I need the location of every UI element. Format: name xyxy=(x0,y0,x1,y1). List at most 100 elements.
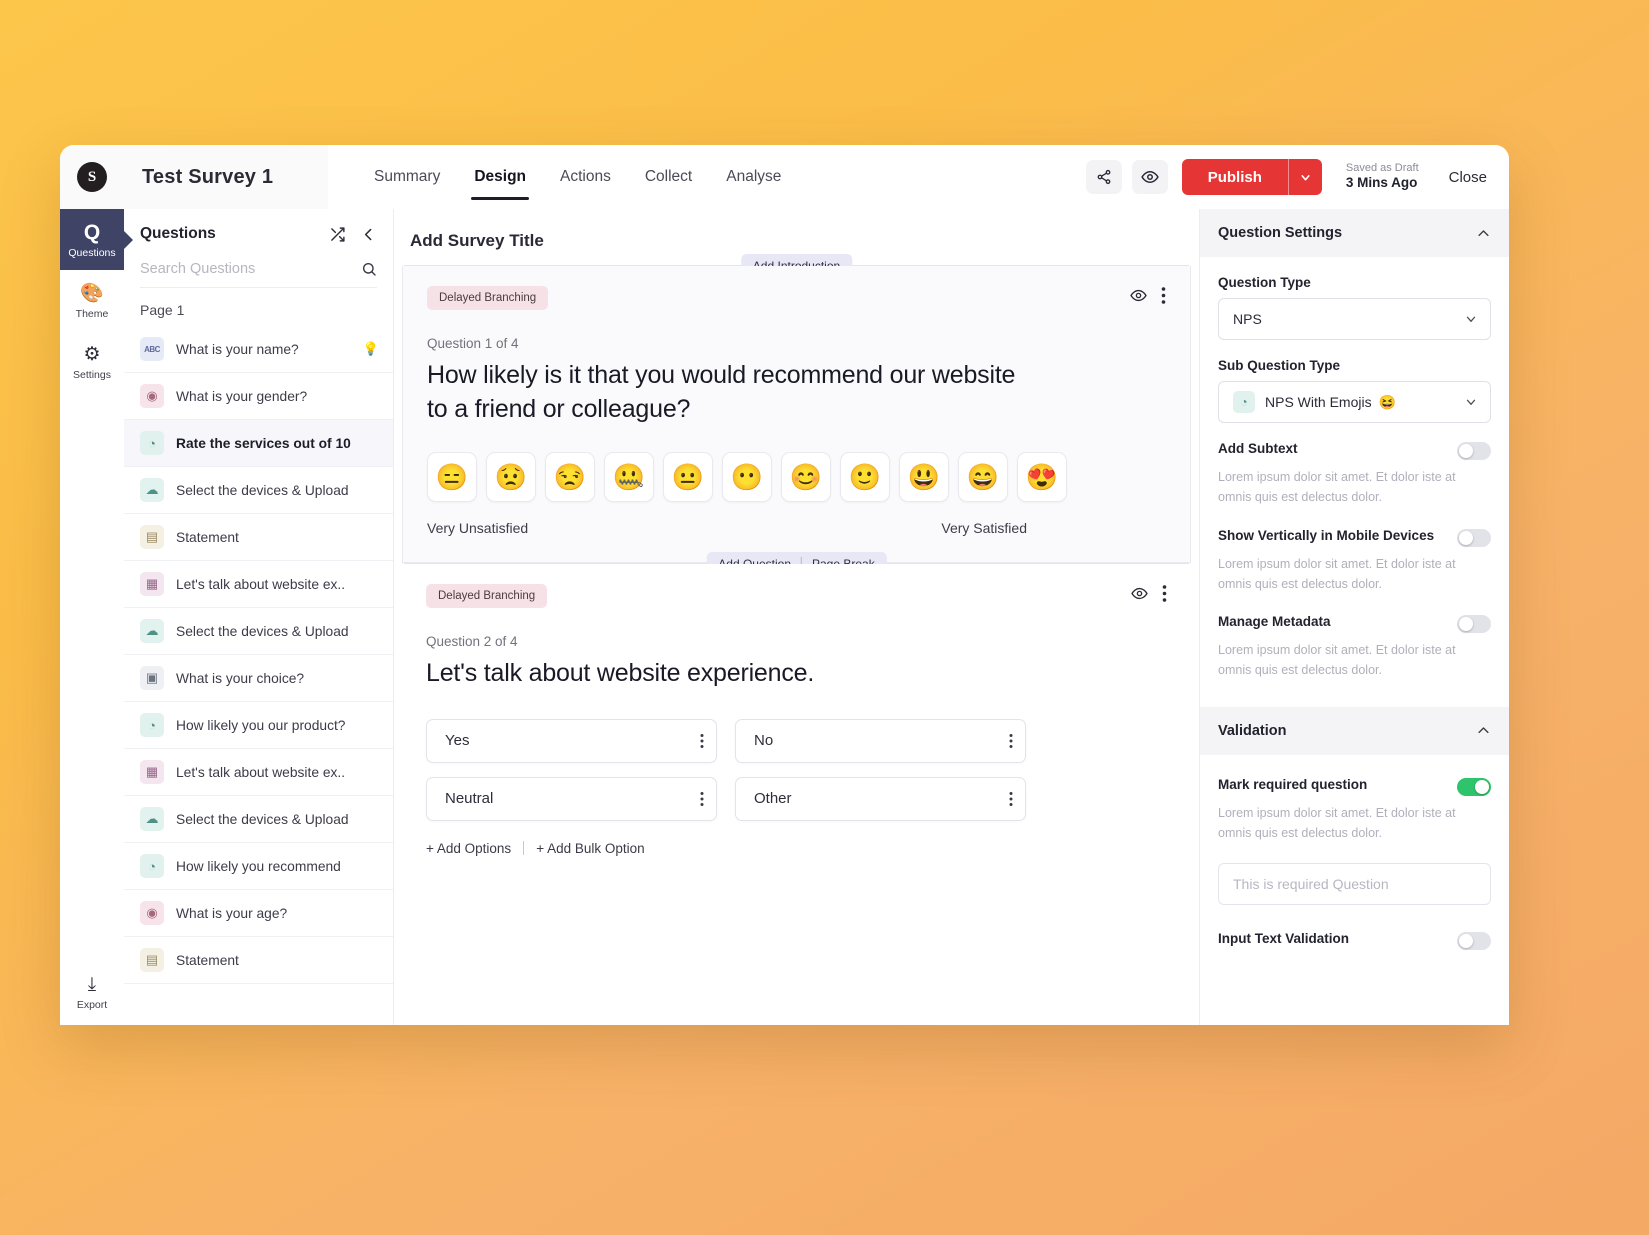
validation-collapse-button[interactable] xyxy=(1476,723,1491,738)
nps-emoji-option[interactable]: 😃 xyxy=(899,452,949,502)
sidebar-item-settings[interactable]: ⚙ Settings xyxy=(60,331,124,392)
add-bulk-option-button[interactable]: + Add Bulk Option xyxy=(536,841,644,856)
nps-emoji-option[interactable]: 😒 xyxy=(545,452,595,502)
question-heading[interactable]: How likely is it that you would recommen… xyxy=(427,359,1027,426)
tab-actions[interactable]: Actions xyxy=(560,145,611,209)
kebab-menu-icon xyxy=(1009,733,1013,748)
input-text-validation-row: Input Text Validation xyxy=(1218,931,1491,950)
answer-option[interactable]: Neutral xyxy=(426,776,717,821)
answer-option[interactable]: No xyxy=(735,718,1026,763)
add-subtext-toggle[interactable] xyxy=(1457,442,1491,460)
matrix-grid-icon: ▦ xyxy=(140,760,164,784)
search-icon[interactable] xyxy=(361,261,377,277)
answer-option[interactable]: Other xyxy=(735,776,1026,821)
list-item[interactable]: ◉ What is your gender? xyxy=(124,373,393,420)
question-menu-button[interactable] xyxy=(1162,584,1167,603)
tab-analyse[interactable]: Analyse xyxy=(726,145,781,209)
question-heading[interactable]: Let's talk about website experience. xyxy=(426,657,1026,691)
nps-emoji-option[interactable]: 🙂 xyxy=(840,452,890,502)
list-item[interactable]: ◔ How likely you recommend xyxy=(124,843,393,890)
option-menu-button[interactable] xyxy=(700,791,704,807)
input-text-validation-label: Input Text Validation xyxy=(1218,931,1350,946)
list-item-label: Select the devices & Upload xyxy=(176,623,349,639)
tab-summary[interactable]: Summary xyxy=(374,145,440,209)
manage-metadata-toggle[interactable] xyxy=(1457,615,1491,633)
gear-icon: ⚙ xyxy=(83,344,101,365)
list-item[interactable]: ▤ Statement xyxy=(124,514,393,561)
option-menu-button[interactable] xyxy=(1009,733,1013,749)
question-card-2-tools xyxy=(1131,584,1167,603)
nps-emoji-option[interactable]: 😊 xyxy=(781,452,831,502)
list-item[interactable]: ◔ Rate the services out of 10 xyxy=(124,420,393,467)
mark-required-toggle[interactable] xyxy=(1457,777,1491,796)
palette-icon: 🎨 xyxy=(80,283,104,304)
list-item[interactable]: ◔ How likely you our product? xyxy=(124,702,393,749)
radio-button-icon: ◉ xyxy=(140,901,164,925)
list-item[interactable]: ABC What is your name? 💡 xyxy=(124,326,393,373)
tab-design[interactable]: Design xyxy=(471,145,529,209)
nps-emoji-option[interactable]: 😟 xyxy=(486,452,536,502)
scale-label-right: Very Satisfied xyxy=(941,520,1027,536)
share-button[interactable] xyxy=(1085,160,1122,194)
list-item[interactable]: ☁ Select the devices & Upload xyxy=(124,467,393,514)
nps-emoji-option[interactable]: 😄 xyxy=(958,452,1008,502)
list-item[interactable]: ▤ Statement xyxy=(124,937,393,984)
question-settings-collapse-button[interactable] xyxy=(1476,226,1491,241)
chevron-down-icon xyxy=(1301,174,1310,180)
cloud-upload-icon: ☁ xyxy=(140,619,164,643)
choice-grid-icon: ▣ xyxy=(140,666,164,690)
tab-collect[interactable]: Collect xyxy=(645,145,692,209)
kebab-menu-icon xyxy=(700,791,704,806)
question-preview-button[interactable] xyxy=(1131,585,1148,602)
list-item[interactable]: ▦ Let's talk about website ex.. xyxy=(124,749,393,796)
nps-emoji-option[interactable]: 😐 xyxy=(663,452,713,502)
publish-dropdown-button[interactable] xyxy=(1287,159,1322,195)
logo-cell[interactable]: S xyxy=(60,145,124,209)
nps-emoji-option[interactable]: 😑 xyxy=(427,452,477,502)
statement-icon: ▤ xyxy=(140,948,164,972)
input-text-validation-toggle[interactable] xyxy=(1457,932,1491,950)
question-card-1: Delayed Branching Question 1 of 4 How li… xyxy=(402,266,1191,563)
scale-label-left: Very Unsatisfied xyxy=(427,520,529,536)
nps-emoji-option[interactable]: 🤐 xyxy=(604,452,654,502)
radio-button-icon: ◉ xyxy=(140,384,164,408)
list-item-label: How likely you recommend xyxy=(176,858,341,874)
question-menu-button[interactable] xyxy=(1161,286,1166,305)
list-item[interactable]: ▣ What is your choice? xyxy=(124,655,393,702)
search-input[interactable] xyxy=(140,261,361,277)
option-menu-button[interactable] xyxy=(700,733,704,749)
validation-body: Mark required question Lorem ipsum dolor… xyxy=(1200,755,1509,957)
sidebar-item-questions[interactable]: Q Questions xyxy=(60,209,124,270)
sub-question-type-label: Sub Question Type xyxy=(1218,358,1341,373)
sub-question-type-select[interactable]: ◔ NPS With Emojis 😆 xyxy=(1218,381,1491,423)
list-item-label: Let's talk about website ex.. xyxy=(176,764,346,780)
collapse-panel-button[interactable] xyxy=(360,226,377,243)
eye-icon xyxy=(1131,587,1148,600)
required-message-input[interactable] xyxy=(1218,863,1491,905)
list-item[interactable]: ▦ Let's talk about website ex.. xyxy=(124,561,393,608)
list-item[interactable]: ☁ Select the devices & Upload xyxy=(124,608,393,655)
question-list: ABC What is your name? 💡 ◉ What is your … xyxy=(124,326,393,1025)
publish-button[interactable]: Publish xyxy=(1181,159,1288,195)
question-type-select[interactable]: NPS xyxy=(1218,298,1491,340)
option-menu-button[interactable] xyxy=(1009,791,1013,807)
sidebar-item-export[interactable]: ⤓ Export xyxy=(60,961,124,1025)
question-settings-header: Question Settings xyxy=(1200,209,1509,257)
question-preview-button[interactable] xyxy=(1130,287,1147,304)
preview-button[interactable] xyxy=(1131,160,1168,194)
question-card-1-header: Delayed Branching xyxy=(427,286,1166,310)
answer-option[interactable]: Yes xyxy=(426,718,717,763)
shuffle-button[interactable] xyxy=(329,226,346,243)
nps-emoji-option[interactable]: 😶 xyxy=(722,452,772,502)
sidebar-item-theme[interactable]: 🎨 Theme xyxy=(60,270,124,331)
list-item[interactable]: ◉ What is your age? xyxy=(124,890,393,937)
eye-icon xyxy=(1130,289,1147,302)
add-options-button[interactable]: + Add Options xyxy=(426,841,511,856)
nps-emoji-option[interactable]: 😍 xyxy=(1017,452,1067,502)
list-item-label: Select the devices & Upload xyxy=(176,482,349,498)
close-button[interactable]: Close xyxy=(1449,169,1487,186)
list-item[interactable]: ☁ Select the devices & Upload xyxy=(124,796,393,843)
publish-group: Publish xyxy=(1181,159,1322,195)
validation-header: Validation xyxy=(1200,706,1509,755)
show-vertically-toggle[interactable] xyxy=(1457,528,1491,547)
